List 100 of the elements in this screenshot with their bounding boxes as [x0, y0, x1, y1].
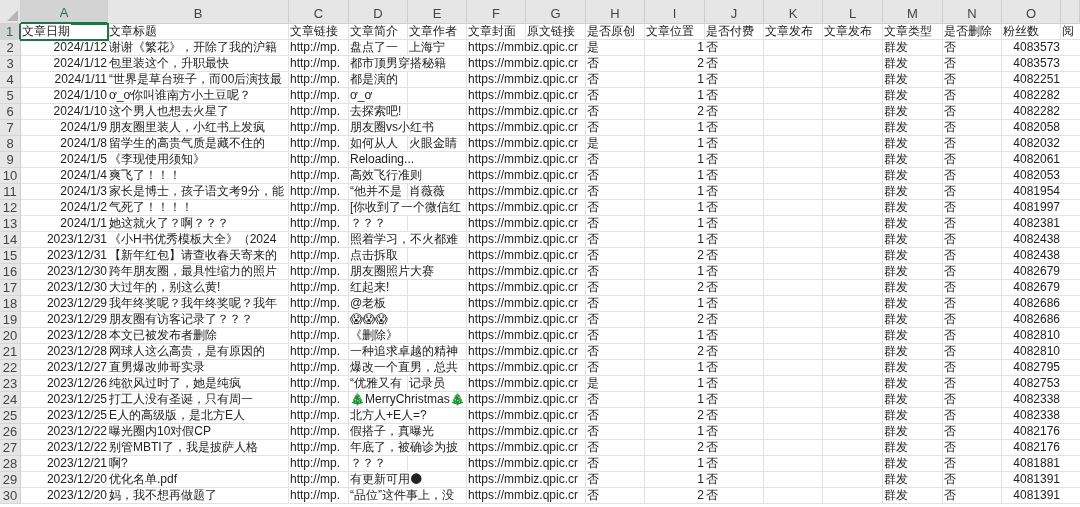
row-header[interactable]: 28 [0, 456, 21, 472]
table-cell: 否 [943, 264, 957, 279]
row-header[interactable]: 6 [0, 104, 21, 120]
column-header[interactable] [1061, 0, 1080, 24]
column-header[interactable]: N [943, 0, 1002, 24]
table-cell: 4081391 [1012, 488, 1061, 503]
column-header[interactable]: D [349, 0, 408, 24]
table-cell: 2 [696, 248, 705, 263]
table-cell: http://mp. [289, 408, 342, 423]
row-header[interactable]: 7 [0, 120, 21, 136]
table-cell: 🎄MerryChristmas🎄 [349, 392, 466, 407]
table-cell: 跨年朋友圈，最具性缩力的照片 [108, 264, 278, 279]
row-header[interactable]: 23 [0, 376, 21, 392]
table-cell: 否 [586, 216, 600, 231]
table-cell: 群发 [883, 424, 909, 439]
table-cell: 2 [696, 344, 705, 359]
row-header[interactable]: 30 [0, 488, 21, 504]
table-cell: 否 [943, 488, 957, 503]
table-cell: 否 [586, 488, 600, 503]
row-header[interactable]: 24 [0, 392, 21, 408]
row-header[interactable]: 26 [0, 424, 21, 440]
row-header[interactable]: 25 [0, 408, 21, 424]
row-header[interactable]: 11 [0, 184, 21, 200]
column-header[interactable]: A [21, 0, 108, 24]
table-cell: 2023/12/30 [45, 264, 108, 279]
table-cell: 直男爆改帅哥实录 [108, 360, 206, 375]
table-cell: 1 [696, 392, 705, 407]
row-header[interactable]: 16 [0, 264, 21, 280]
column-header[interactable]: H [586, 0, 645, 24]
column-header[interactable]: F [467, 0, 526, 24]
column-header[interactable]: K [764, 0, 823, 24]
table-cell: 4081391 [1012, 472, 1061, 487]
row-header[interactable]: 27 [0, 440, 21, 456]
column-header[interactable]: I [645, 0, 705, 24]
table-cell: 否 [705, 200, 719, 215]
table-cell: 2024/1/12 [52, 56, 108, 71]
column-header[interactable]: C [289, 0, 349, 24]
table-cell: 4082282 [1012, 88, 1061, 103]
table-cell: 否 [705, 424, 719, 439]
table-cell: 否 [705, 136, 719, 151]
row-header[interactable]: 29 [0, 472, 21, 488]
table-cell: Reloading... [349, 152, 416, 167]
row-header[interactable]: 3 [0, 56, 21, 72]
table-cell: 群发 [883, 120, 909, 135]
table-cell: 否 [943, 456, 957, 471]
row-header[interactable]: 20 [0, 328, 21, 344]
table-cell: http://mp. [289, 488, 342, 503]
table-cell: 2023/12/22 [45, 424, 108, 439]
row-header[interactable]: 21 [0, 344, 21, 360]
table-cell: 优化名单.pdf [108, 472, 178, 487]
table-cell: https://mmbiz.qpic.cr [467, 440, 580, 455]
table-cell: 群发 [883, 408, 909, 423]
table-cell: 2023/12/29 [45, 312, 108, 327]
table-cell: 1 [696, 168, 705, 183]
row-header[interactable]: 9 [0, 152, 21, 168]
table-cell: 否 [943, 280, 957, 295]
row-header[interactable]: 19 [0, 312, 21, 328]
table-cell: 假搭子，真曝光 [349, 424, 435, 439]
column-header[interactable]: J [705, 0, 764, 24]
row-header[interactable]: 2 [0, 40, 21, 56]
table-cell: 4082753 [1012, 376, 1061, 391]
table-cell: http://mp. [289, 136, 342, 151]
column-header[interactable]: O [1002, 0, 1061, 24]
column-header[interactable]: B [108, 0, 289, 24]
row-header[interactable]: 5 [0, 88, 21, 104]
table-cell: 否 [705, 152, 719, 167]
table-cell: 文章链接 [289, 24, 339, 39]
table-cell: 1 [696, 264, 705, 279]
table-cell: “品位”这件事上，没 [349, 488, 455, 503]
table-cell: http://mp. [289, 376, 342, 391]
table-cell: 盘点了一 [349, 40, 399, 55]
table-cell: http://mp. [289, 472, 342, 487]
row-header[interactable]: 15 [0, 248, 21, 264]
table-cell: 否 [586, 88, 600, 103]
column-header[interactable]: G [526, 0, 586, 24]
row-header[interactable]: 18 [0, 296, 21, 312]
column-header[interactable]: E [408, 0, 467, 24]
row-header[interactable]: 14 [0, 232, 21, 248]
row-header[interactable]: 22 [0, 360, 21, 376]
table-cell: http://mp. [289, 168, 342, 183]
table-cell: https://mmbiz.qpic.cr [467, 104, 580, 119]
table-cell: 1 [696, 328, 705, 343]
row-header[interactable]: 10 [0, 168, 21, 184]
table-cell: http://mp. [289, 40, 342, 55]
row-header[interactable]: 4 [0, 72, 21, 88]
column-header[interactable]: M [883, 0, 943, 24]
select-all-icon[interactable] [7, 10, 18, 21]
row-header[interactable]: 17 [0, 280, 21, 296]
row-header[interactable]: 8 [0, 136, 21, 152]
table-cell: 否 [586, 264, 600, 279]
table-cell: 否 [586, 232, 600, 247]
table-cell: 2 [696, 104, 705, 119]
row-header[interactable]: 1 [0, 24, 21, 40]
table-cell: 群发 [883, 40, 909, 55]
column-header[interactable]: L [823, 0, 883, 24]
table-cell: 群发 [883, 376, 909, 391]
row-header[interactable]: 13 [0, 216, 21, 232]
table-cell: 否 [705, 56, 719, 71]
row-header[interactable]: 12 [0, 200, 21, 216]
table-cell: 是否付费 [705, 24, 755, 39]
